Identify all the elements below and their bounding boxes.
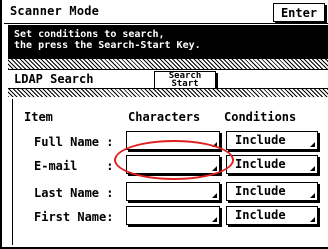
search-start-line-2: Start — [171, 79, 199, 89]
header-conditions: Conditions — [224, 110, 297, 124]
email-field[interactable] — [126, 155, 220, 174]
first-name-label: First Name: — [34, 210, 114, 224]
last-name-field[interactable] — [126, 182, 220, 201]
first-name-condition-dropdown[interactable]: Include — [226, 206, 318, 225]
email-condition-dropdown[interactable]: Include — [226, 155, 318, 174]
title-bar: Scanner Mode Enter — [4, 0, 328, 24]
window-title: Scanner Mode — [10, 4, 100, 18]
full-name-label: Full Name : — [34, 135, 114, 149]
header-characters: Characters — [128, 110, 201, 124]
scanner-screen: Scanner Mode Enter Set conditions to sea… — [0, 0, 328, 249]
header-item: Item — [24, 110, 53, 124]
instruction-message: Set conditions to search, the press the … — [8, 25, 328, 59]
email-label: E-mail : — [34, 159, 114, 173]
instruction-line-1: Set conditions to search, — [14, 29, 165, 40]
ldap-search-bar: LDAP Search Search Start — [8, 69, 328, 89]
last-name-label: Last Name : — [34, 186, 114, 200]
enter-button[interactable]: Enter — [273, 3, 325, 22]
first-name-field[interactable] — [126, 206, 220, 225]
last-name-condition-dropdown[interactable]: Include — [226, 182, 318, 201]
hatch-divider-bottom — [8, 89, 328, 97]
ldap-search-label: LDAP Search — [14, 72, 94, 86]
full-name-field[interactable] — [126, 131, 220, 150]
hatch-divider-top — [8, 59, 328, 69]
search-start-button[interactable]: Search Start — [154, 71, 216, 89]
full-name-condition-dropdown[interactable]: Include — [226, 131, 318, 150]
instruction-line-2: the press the Search-Start Key. — [14, 40, 201, 51]
